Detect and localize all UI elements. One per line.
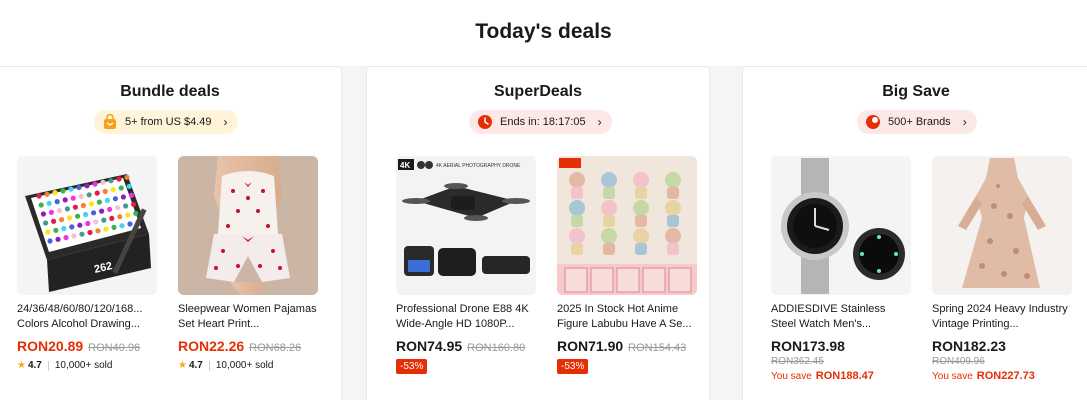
product-price: RON20.89	[17, 338, 84, 354]
savings: You save RON227.73	[932, 370, 1072, 382]
divider	[208, 360, 210, 371]
pajamas-image[interactable]	[178, 156, 318, 295]
superdeals-pill[interactable]: Ends in: 18:17:05 ›	[469, 110, 612, 134]
dress-image[interactable]	[932, 156, 1072, 295]
gift-bag-icon	[102, 114, 118, 130]
clock-icon	[477, 114, 493, 130]
original-price: RON160.80	[467, 342, 526, 354]
discount-badge: -53%	[557, 359, 589, 374]
chevron-right-icon: ›	[597, 115, 602, 129]
bundle-deals-pill[interactable]: 5+ from US $4.49 ›	[94, 110, 238, 134]
countdown-text: Ends in: 18:17:05	[500, 116, 586, 128]
product-price: RON182.23	[932, 338, 1006, 354]
product-name[interactable]: Sleepwear Women Pajamas Set Heart Print.…	[178, 302, 318, 332]
chevron-right-icon: ›	[962, 115, 967, 129]
product-card[interactable]: 2025 In Stock Hot Anime Figure Labubu Ha…	[557, 156, 697, 374]
superdeals-card[interactable]: SuperDeals Ends in: 18:17:05 › 4K 4K AER…	[366, 66, 710, 400]
pill-text: 500+ Brands	[888, 116, 951, 128]
bundle-deals-card[interactable]: Bundle deals 5+ from US $4.49 › 262 24/3…	[0, 66, 342, 400]
card-title[interactable]: SuperDeals	[367, 83, 709, 101]
product-name[interactable]: ADDIESDIVE Stainless Steel Watch Men's..…	[771, 302, 911, 332]
product-name[interactable]: 24/36/48/60/80/120/168... Colors Alcohol…	[17, 302, 157, 332]
discount-badge: -53%	[396, 359, 428, 374]
product-price: RON74.95	[396, 338, 463, 354]
product-card[interactable]: ADDIESDIVE Stainless Steel Watch Men's..…	[771, 156, 911, 382]
original-price: RON68.26	[249, 342, 302, 354]
savings: You save RON188.47	[771, 370, 911, 382]
product-card[interactable]: Sleepwear Women Pajamas Set Heart Print.…	[178, 156, 318, 371]
save-label: You save	[771, 371, 812, 382]
save-amount: RON227.73	[976, 370, 1035, 382]
chevron-right-icon: ›	[223, 115, 228, 129]
product-name[interactable]: Professional Drone E88 4K Wide-Angle HD …	[396, 302, 536, 332]
sold-count: 10,000+ sold	[54, 360, 113, 371]
original-price: RON362.45	[771, 356, 824, 367]
figures-image[interactable]	[557, 156, 697, 295]
rating: 4.7	[27, 360, 42, 371]
star-icon: ★	[178, 360, 187, 371]
save-label: You save	[932, 371, 973, 382]
drone-image-caption: 4K AERIAL PHOTOGRAPHY DRONE	[436, 163, 521, 169]
product-card[interactable]: 262 24/36/48/60/80/120/168... Colors Alc…	[17, 156, 157, 371]
card-title[interactable]: Bundle deals	[0, 83, 341, 101]
marker-set-image[interactable]: 262	[17, 156, 157, 295]
original-price: RON409.96	[932, 356, 985, 367]
product-card[interactable]: 4K 4K AERIAL PHOTOGRAPHY DRONE Professio…	[396, 156, 536, 374]
card-title[interactable]: Big Save	[743, 83, 1087, 101]
big-save-pill[interactable]: 500+ Brands ›	[857, 110, 977, 134]
product-name[interactable]: 2025 In Stock Hot Anime Figure Labubu Ha…	[557, 302, 697, 332]
star-icon: ★	[17, 360, 26, 371]
svg-text:4K: 4K	[400, 161, 410, 170]
product-name[interactable]: Spring 2024 Heavy Industry Vintage Print…	[932, 302, 1072, 332]
big-save-card[interactable]: Big Save 500+ Brands › ADDIESDIVE Stainl…	[742, 66, 1087, 400]
sold-count: 10,000+ sold	[215, 360, 274, 371]
drone-image[interactable]: 4K 4K AERIAL PHOTOGRAPHY DRONE	[396, 156, 536, 295]
pill-text: 5+ from US $4.49	[125, 116, 212, 128]
header: Today's deals	[0, 0, 1087, 66]
save-amount: RON188.47	[815, 370, 874, 382]
original-price: RON40.96	[88, 342, 141, 354]
product-card[interactable]: Spring 2024 Heavy Industry Vintage Print…	[932, 156, 1072, 382]
divider	[47, 360, 49, 371]
rating: 4.7	[188, 360, 203, 371]
product-price: RON22.26	[178, 338, 245, 354]
page-title: Today's deals	[475, 20, 612, 43]
product-price: RON71.90	[557, 338, 624, 354]
brand-tag-icon	[865, 114, 881, 130]
original-price: RON154.43	[628, 342, 687, 354]
watch-image[interactable]	[771, 156, 911, 295]
product-price: RON173.98	[771, 338, 845, 354]
